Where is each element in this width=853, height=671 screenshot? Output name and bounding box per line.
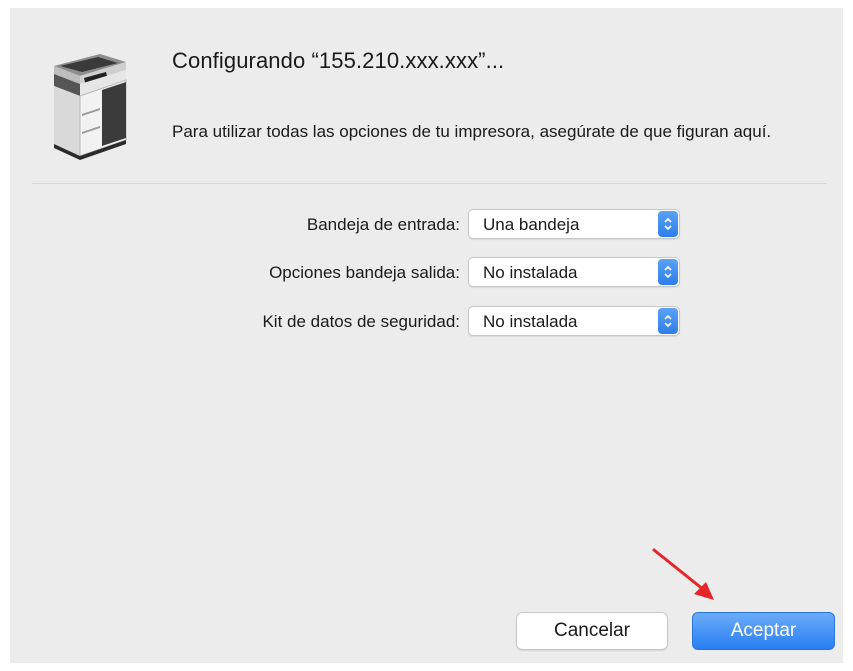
printer-icon: [40, 44, 136, 164]
cancel-button[interactable]: Cancelar: [516, 612, 668, 650]
dialog-description: Para utilizar todas las opciones de tu i…: [172, 122, 772, 141]
popup-value: Una bandeja: [483, 215, 580, 234]
input-tray-popup[interactable]: Una bandeja: [468, 209, 680, 239]
option-row-input-tray: Bandeja de entrada: Una bandeja: [10, 209, 843, 241]
popup-value: No instalada: [483, 263, 578, 282]
option-label: Opciones bandeja salida:: [269, 263, 460, 282]
up-down-chevron-icon: [658, 259, 678, 285]
up-down-chevron-icon: [658, 211, 678, 237]
printer-options-dialog: Configurando “155.210.xxx.xxx”... Para u…: [10, 8, 843, 663]
option-label: Kit de datos de seguridad:: [262, 312, 460, 331]
popup-value: No instalada: [483, 312, 578, 331]
option-row-output-tray: Opciones bandeja salida: No instalada: [10, 257, 843, 289]
security-kit-popup[interactable]: No instalada: [468, 306, 680, 336]
dialog-title: Configurando “155.210.xxx.xxx”...: [172, 48, 505, 73]
option-row-security-kit: Kit de datos de seguridad: No instalada: [10, 306, 843, 338]
red-arrow-icon: [650, 546, 722, 606]
output-tray-popup[interactable]: No instalada: [468, 257, 680, 287]
accept-button[interactable]: Aceptar: [692, 612, 835, 650]
up-down-chevron-icon: [658, 308, 678, 334]
divider: [32, 183, 827, 184]
option-label: Bandeja de entrada:: [306, 215, 460, 234]
